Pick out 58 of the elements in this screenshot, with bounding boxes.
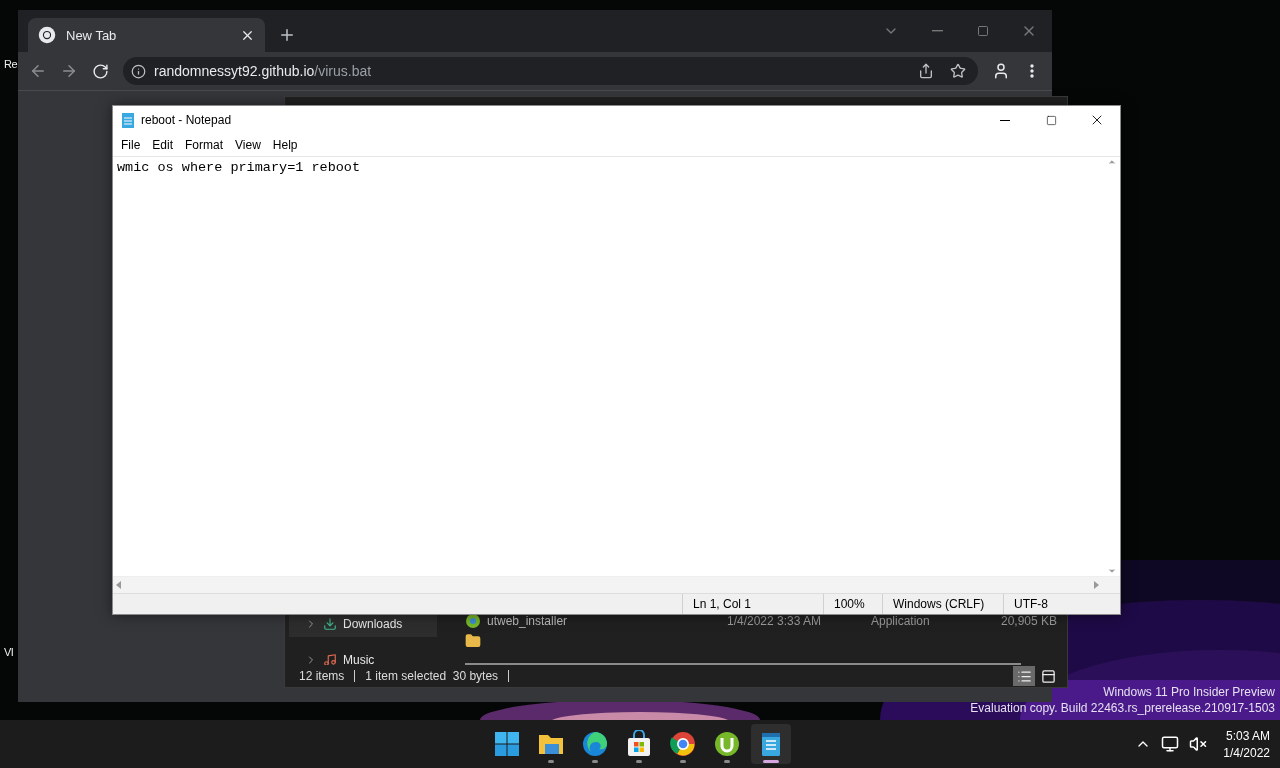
minimize-icon xyxy=(1000,119,1010,121)
edition-watermark-text: Evaluation copy. Build 22463.rs_prerelease.210917-1503 xyxy=(970,701,1275,715)
tab-title: New Tab xyxy=(66,27,118,43)
list-icon xyxy=(1016,668,1032,684)
address-bar[interactable]: randomnessyt92.github.io/virus.bat xyxy=(123,57,978,85)
forward-arrow-icon xyxy=(60,62,78,80)
menu-item[interactable]: File xyxy=(115,138,147,152)
sidebar-item[interactable]: Music xyxy=(289,647,437,665)
menu-dots-icon xyxy=(1030,64,1034,78)
text-editor[interactable]: wmic os where primary=1 reboot xyxy=(113,157,1104,576)
star-icon xyxy=(950,63,966,79)
maximize-icon xyxy=(1045,114,1057,126)
torrent-client-icon xyxy=(713,730,741,758)
folder-icon xyxy=(465,633,481,650)
status-text: 100% xyxy=(823,594,882,614)
store-bag-icon xyxy=(625,730,653,758)
panel-icon xyxy=(1040,668,1056,684)
menu-item[interactable]: View xyxy=(229,138,267,152)
reload-icon xyxy=(91,62,109,80)
file-type: Application xyxy=(871,614,931,629)
scroll-left-icon[interactable] xyxy=(115,581,123,589)
scroll-down-icon[interactable] xyxy=(1107,566,1117,576)
window-title: reboot - Notepad xyxy=(141,113,232,127)
desktop-icon-label: VI xyxy=(4,646,14,658)
desktop-icon-label: Re xyxy=(4,58,18,70)
status-text: Ln 1, Col 1 xyxy=(682,594,823,614)
browser-tab[interactable]: New Tab xyxy=(28,18,265,52)
music-icon xyxy=(323,653,337,665)
share-icon xyxy=(918,63,934,79)
maximize-icon xyxy=(977,25,989,37)
minimize-icon xyxy=(931,30,943,32)
info-icon xyxy=(131,63,146,79)
menu-item[interactable]: Edit xyxy=(146,138,180,152)
windows-logo-icon xyxy=(493,730,521,758)
scroll-right-icon[interactable] xyxy=(1092,581,1100,589)
edge-browser-icon xyxy=(581,730,609,758)
notepad-icon xyxy=(121,112,135,128)
status-text: Windows (CRLF) xyxy=(882,594,1003,614)
volume-muted-icon[interactable] xyxy=(1189,735,1208,753)
selection-info-text: 1 item selected 30 bytes xyxy=(365,669,499,683)
file-name: utweb_installer xyxy=(487,614,569,629)
menu-item[interactable]: Help xyxy=(266,138,304,152)
edition-watermark-text: Windows 11 Pro Insider Preview xyxy=(1103,685,1275,699)
chrome-logo-icon xyxy=(38,26,56,44)
url-text: randomnessyt92.github.io/virus.bat xyxy=(154,63,373,79)
chrome-icon xyxy=(670,731,696,757)
network-icon[interactable] xyxy=(1161,735,1180,753)
item-count-text: 12 items xyxy=(299,669,345,683)
profile-icon xyxy=(992,62,1010,80)
taskbar-button[interactable] xyxy=(751,724,791,764)
menu-item[interactable]: Format xyxy=(179,138,230,152)
download-icon xyxy=(323,617,337,631)
status-text: UTF-8 xyxy=(1003,594,1106,614)
file-size: 20,905 KB xyxy=(999,614,1057,629)
clock[interactable]: 5:03 AM 1/4/2022 xyxy=(1223,728,1270,760)
installer-icon xyxy=(465,613,481,630)
plus-icon xyxy=(278,26,296,44)
file-date: 1/4/2022 3:33 AM xyxy=(727,614,823,629)
